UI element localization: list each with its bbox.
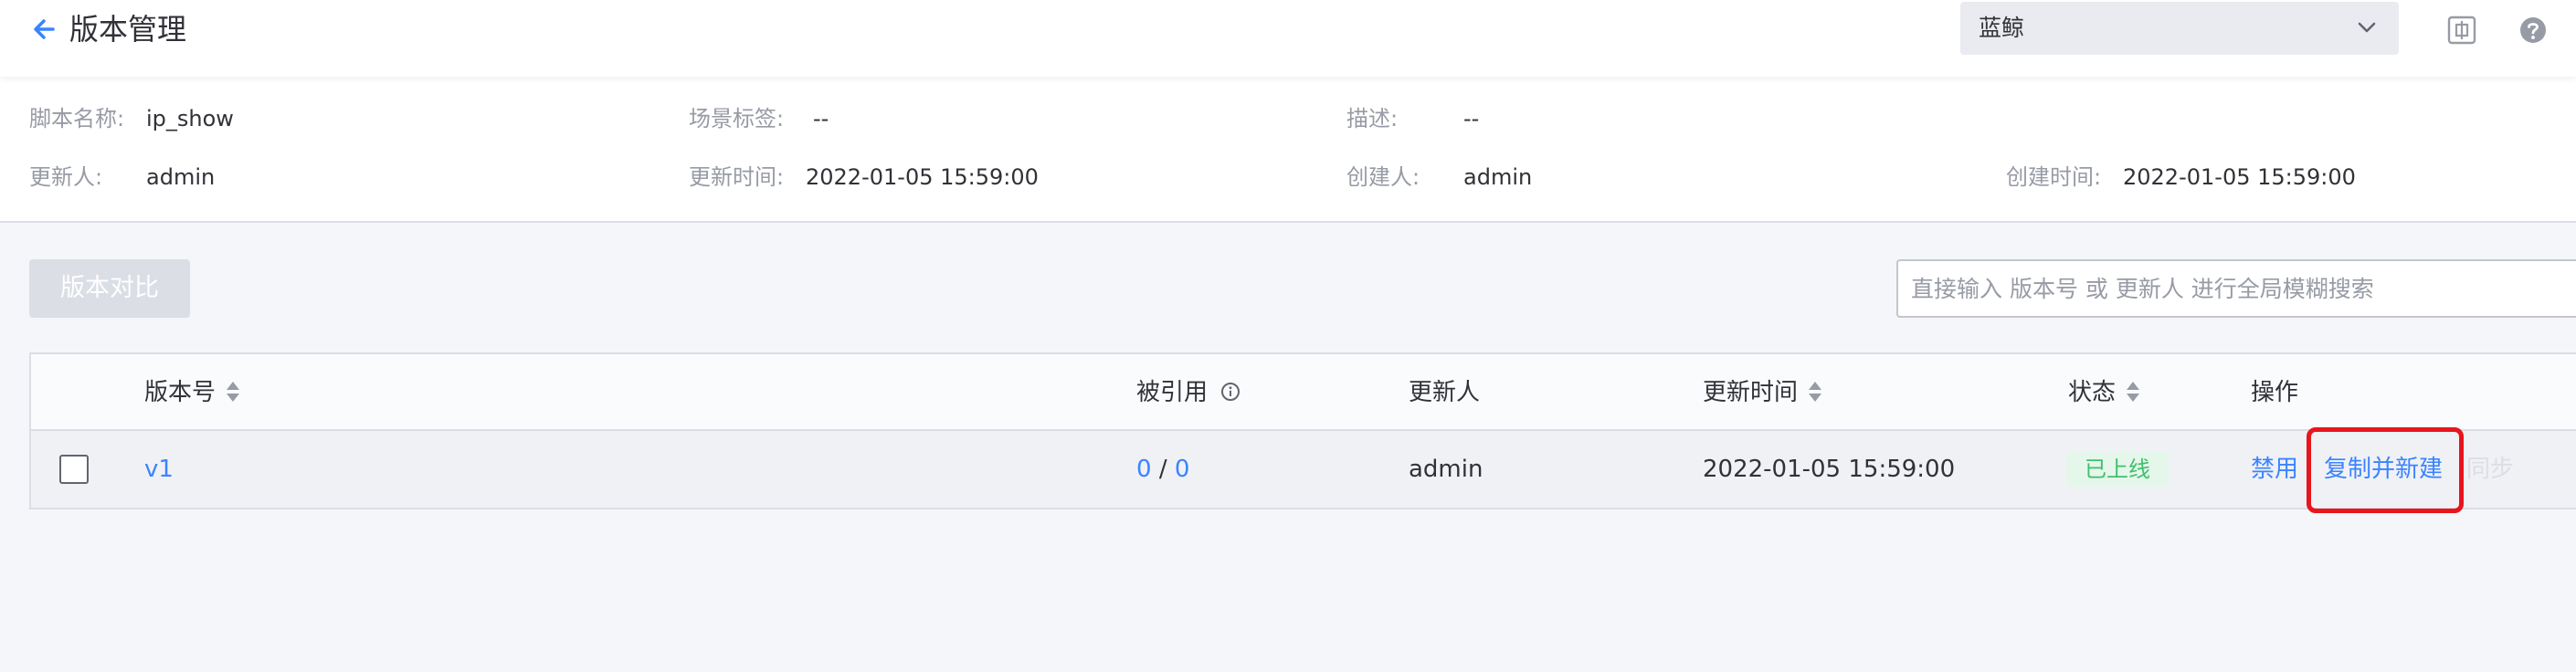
- info-scene-tag-value: --: [813, 106, 829, 131]
- info-description: 描述: --: [1346, 104, 1479, 133]
- disable-button[interactable]: 禁用: [2251, 431, 2298, 508]
- column-update-time-label: 更新时间: [1703, 379, 1799, 406]
- sort-icon[interactable]: [225, 380, 241, 404]
- info-creator: 创建人: admin: [1346, 163, 1532, 192]
- column-updater: 更新人: [1409, 379, 1481, 406]
- info-scene-tag: 场景标签: --: [689, 104, 829, 133]
- column-status-label: 状态: [2068, 379, 2117, 406]
- column-referenced-label: 被引用: [1136, 379, 1209, 406]
- column-version-label: 版本号: [144, 379, 216, 406]
- info-scene-tag-label: 场景标签:: [689, 106, 785, 131]
- info-script-name-label: 脚本名称:: [29, 106, 125, 131]
- status-badge: 已上线: [2066, 452, 2169, 487]
- info-update-time-label: 更新时间:: [689, 164, 785, 190]
- version-link[interactable]: v1: [144, 431, 174, 508]
- sort-icon[interactable]: [1807, 380, 1823, 404]
- referenced-count-b[interactable]: 0: [1175, 456, 1190, 483]
- info-updater-label: 更新人:: [29, 164, 103, 190]
- info-description-label: 描述:: [1346, 106, 1399, 131]
- info-script-name: 脚本名称: ip_show: [29, 104, 234, 133]
- copy-and-create-button[interactable]: 复制并新建: [2324, 431, 2443, 508]
- project-select[interactable]: 蓝鲸: [1960, 2, 2399, 55]
- project-select-value: 蓝鲸: [1979, 15, 2025, 41]
- referenced-count-a[interactable]: 0: [1136, 456, 1152, 483]
- column-referenced: 被引用: [1136, 354, 1240, 431]
- version-table: 版本号 被引用 更新人 更新时间 状态 操作 v1 0 / 0 admin 20…: [29, 352, 2576, 509]
- script-info-panel: 脚本名称: ip_show 场景标签: -- 描述: -- 更新人: admin…: [0, 77, 2576, 223]
- info-update-time: 更新时间: 2022-01-05 15:59:00: [689, 163, 1039, 192]
- column-update-time[interactable]: 更新时间: [1703, 354, 1823, 431]
- info-script-name-value: ip_show: [146, 106, 234, 131]
- sort-icon[interactable]: [2125, 380, 2141, 404]
- row-updater: admin: [1409, 456, 1483, 483]
- info-creator-value: admin: [1463, 164, 1533, 190]
- row-update-time: 2022-01-05 15:59:00: [1703, 456, 1956, 483]
- info-update-time-value: 2022-01-05 15:59:00: [806, 164, 1039, 190]
- info-updater-value: admin: [146, 164, 216, 190]
- fullscreen-icon[interactable]: [2446, 15, 2477, 46]
- info-icon[interactable]: [1220, 382, 1240, 402]
- referenced-count: 0 / 0: [1136, 431, 1189, 508]
- version-compare-button[interactable]: 版本对比: [29, 259, 190, 318]
- page-header: 版本管理 蓝鲸: [0, 0, 2576, 77]
- column-status[interactable]: 状态: [2068, 354, 2141, 431]
- info-create-time-value: 2022-01-05 15:59:00: [2123, 164, 2356, 190]
- table-header: 版本号 被引用 更新人 更新时间 状态 操作: [31, 354, 2576, 431]
- info-create-time-label: 创建时间:: [2006, 164, 2102, 190]
- row-checkbox[interactable]: [59, 455, 89, 484]
- info-updater: 更新人: admin: [29, 163, 215, 192]
- info-description-value: --: [1463, 106, 1480, 131]
- page-title: 版本管理: [69, 12, 187, 47]
- chevron-down-icon: [2358, 22, 2376, 33]
- info-create-time: 创建时间: 2022-01-05 15:59:00: [2006, 163, 2356, 192]
- column-version[interactable]: 版本号: [144, 354, 241, 431]
- sync-button[interactable]: 同步: [2466, 431, 2514, 508]
- search-input[interactable]: [1896, 259, 2576, 318]
- column-actions: 操作: [2251, 379, 2299, 406]
- arrow-left-icon[interactable]: [29, 13, 58, 46]
- help-icon[interactable]: [2518, 15, 2549, 46]
- table-row: v1 0 / 0 admin 2022-01-05 15:59:00 已上线 禁…: [31, 431, 2576, 508]
- info-creator-label: 创建人:: [1346, 164, 1420, 190]
- referenced-separator: /: [1158, 456, 1167, 483]
